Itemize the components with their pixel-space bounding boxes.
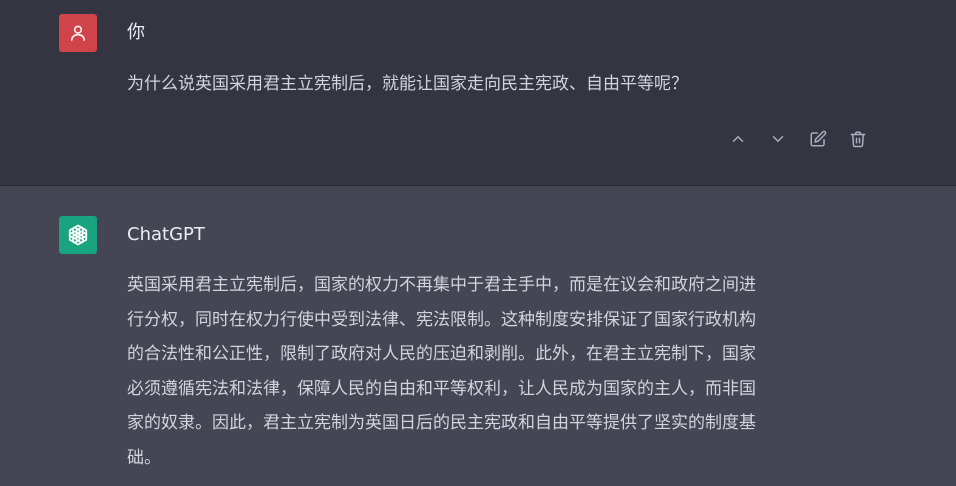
user-author-name: 你 <box>127 22 145 43</box>
previous-button[interactable] <box>726 127 750 151</box>
user-message: 你 为什么说英国采用君主立宪制后，就能让国家走向民主宪政、自由平等呢？ <box>0 0 956 186</box>
edit-icon <box>810 130 827 147</box>
assistant-text-line: 行分权，同时在权力行使中受到法律、宪法限制。这种制度安排保证了国家行政机构 <box>127 309 756 330</box>
message-actions <box>726 127 870 151</box>
user-avatar <box>59 14 97 52</box>
openai-logo-icon <box>68 224 88 246</box>
delete-button[interactable] <box>846 127 870 151</box>
trash-icon <box>850 131 866 148</box>
assistant-text-line: 础。 <box>127 447 161 468</box>
next-button[interactable] <box>766 127 790 151</box>
assistant-avatar <box>59 216 97 254</box>
user-message-text: 为什么说英国采用君主立宪制后，就能让国家走向民主宪政、自由平等呢？ <box>127 74 688 94</box>
assistant-message-text: 英国采用君主立宪制后，国家的权力不再集中于君主手中，而是在议会和政府之间进 行分… <box>127 268 756 475</box>
edit-button[interactable] <box>806 127 830 151</box>
chevron-down-icon <box>772 136 784 142</box>
assistant-text-line: 家的奴隶。因此，君主立宪制为英国日后的民主宪政和自由平等提供了坚实的制度基 <box>127 413 756 433</box>
user-icon <box>71 25 85 41</box>
assistant-text-line: 的合法性和公正性，限制了政府对人民的压迫和剥削。此外，在君主立宪制下，国家 <box>127 344 756 364</box>
chevron-up-icon <box>732 136 744 142</box>
assistant-text-line: 必须遵循宪法和法律，保障人民的自由和平等权利，让人民成为国家的主人，而非国 <box>127 378 756 399</box>
assistant-message: ChatGPT 英国采用君主立宪制后，国家的权力不再集中于君主手中，而是在议会和… <box>0 186 956 486</box>
assistant-text-line: 英国采用君主立宪制后，国家的权力不再集中于君主手中，而是在议会和政府之间进 <box>127 275 756 295</box>
assistant-author-name: ChatGPT <box>127 224 205 245</box>
